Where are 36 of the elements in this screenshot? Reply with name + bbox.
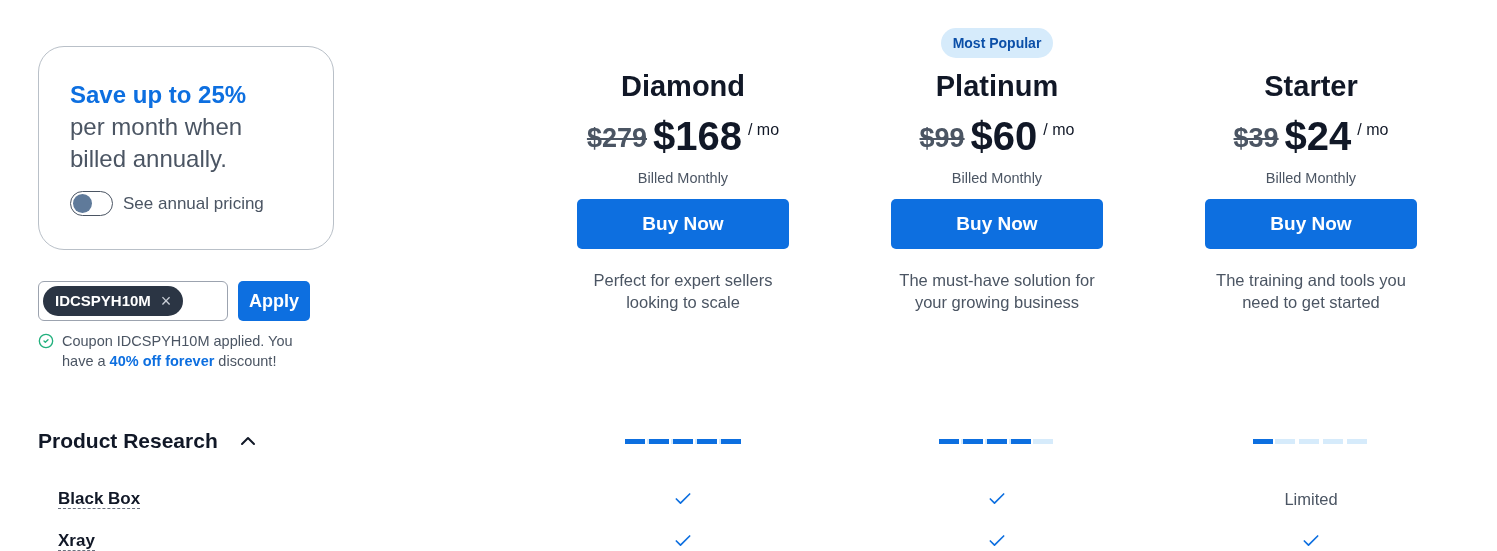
billing-note: Billed Monthly: [951, 169, 1043, 188]
billing-note: Billed Monthly: [637, 169, 729, 188]
plan-name: Starter: [1264, 69, 1358, 104]
popular-badge: Most Popular: [940, 28, 1054, 58]
plan-price: $60: [970, 114, 1038, 158]
success-icon: [38, 333, 54, 349]
promo-text: per month when billed annually.: [70, 112, 244, 174]
plan-description: The training and tools you need to get started: [1215, 269, 1407, 313]
billing-note: Billed Monthly: [1265, 169, 1357, 188]
feature-value: Limited: [1284, 488, 1338, 510]
original-price: $39: [1233, 122, 1279, 155]
buy-now-button[interactable]: Buy Now: [891, 198, 1103, 249]
original-price: $99: [919, 122, 965, 155]
promo-headline: Save up to 25%: [70, 80, 248, 110]
feature-name[interactable]: Xray: [58, 531, 95, 551]
plan-name: Platinum: [935, 69, 1059, 104]
buy-now-button[interactable]: Buy Now: [1205, 198, 1417, 249]
feature-name[interactable]: Black Box: [58, 489, 141, 510]
price-period: / mo: [1357, 120, 1389, 140]
coupon-message: Coupon IDCSPYH10M applied. You have a 40% off forever discount!: [62, 332, 294, 371]
coupon-field[interactable]: IDCSPYH10M ×: [38, 281, 228, 321]
plan-description: Perfect for expert sellers looking to scale: [592, 269, 774, 313]
buy-now-button[interactable]: Buy Now: [577, 198, 789, 249]
annual-pricing-toggle[interactable]: [70, 191, 113, 217]
toggle-label: See annual pricing: [123, 193, 264, 215]
plan-name: Diamond: [620, 69, 746, 104]
coupon-code: IDCSPYH10M: [55, 290, 151, 311]
plan-price: $24: [1284, 114, 1352, 158]
price-period: / mo: [747, 120, 780, 140]
price-period: / mo: [1043, 120, 1075, 140]
apply-button[interactable]: Apply: [238, 281, 310, 321]
plan-description: The must-have solution for your growing business: [898, 269, 1096, 313]
section-title: Product Research: [38, 428, 218, 455]
remove-coupon-button[interactable]: ×: [160, 287, 172, 315]
plan-price: $168: [653, 114, 742, 158]
original-price: $279: [586, 122, 647, 155]
